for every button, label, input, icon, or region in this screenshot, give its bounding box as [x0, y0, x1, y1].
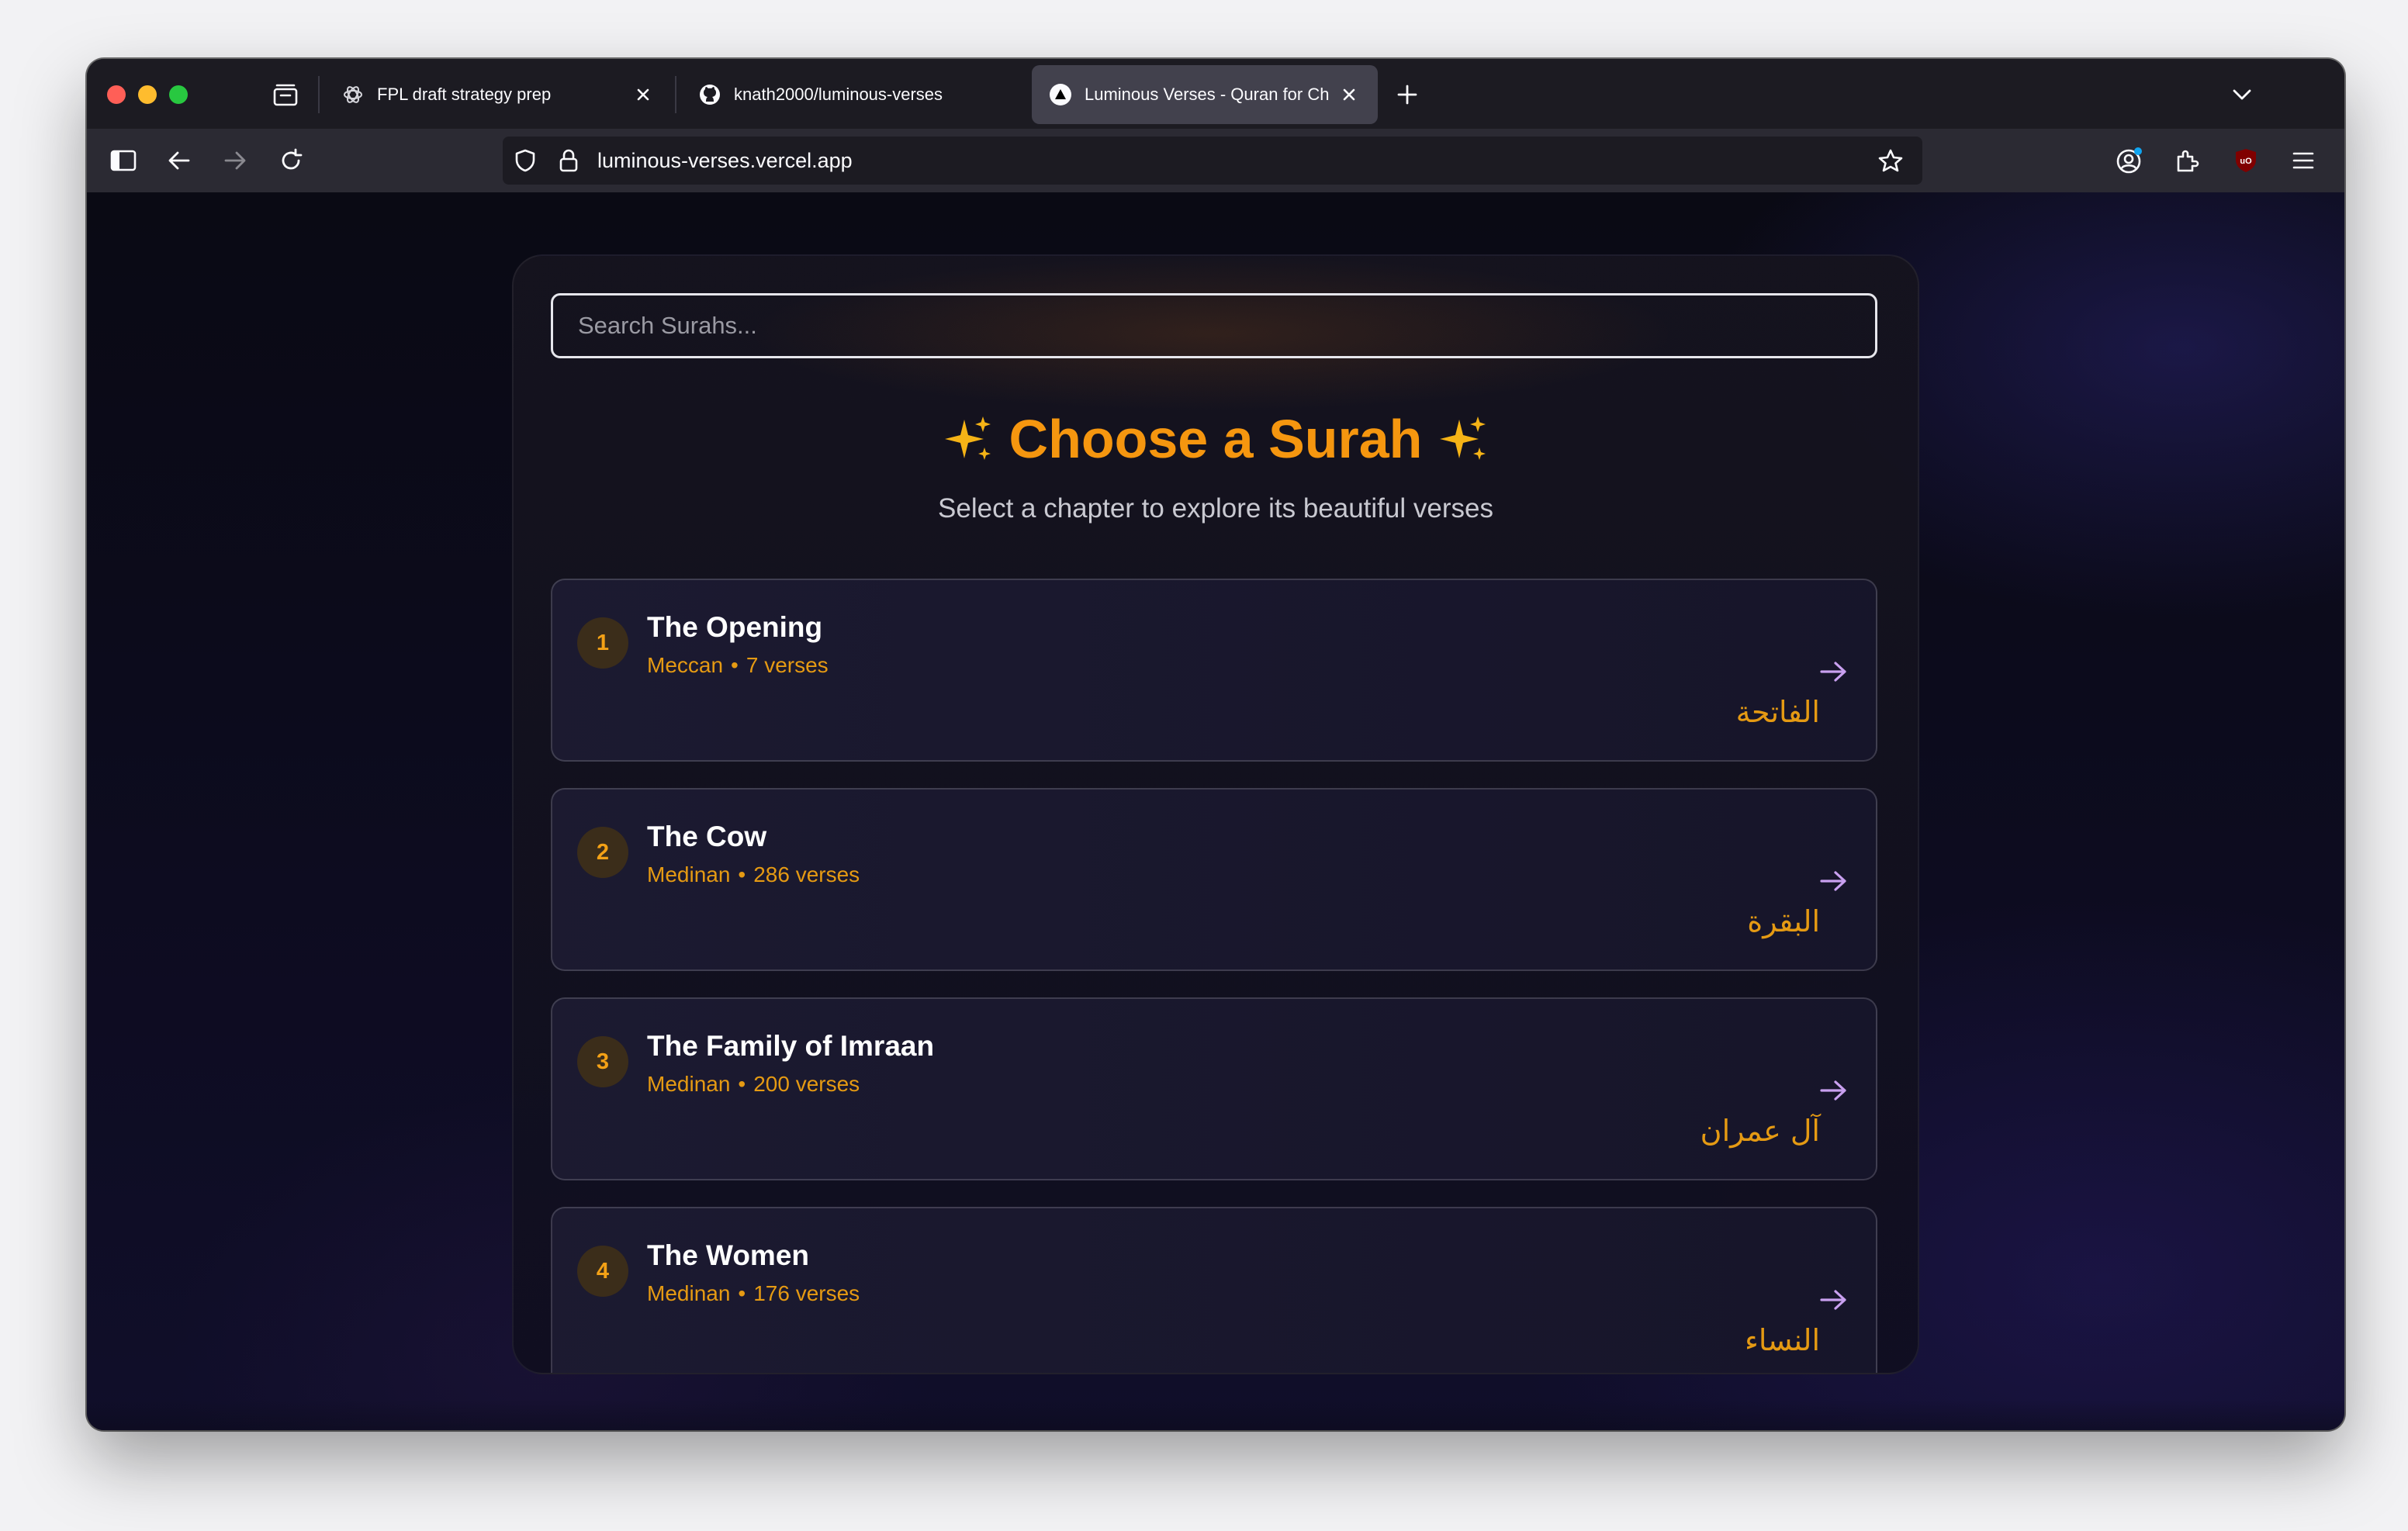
- back-arrow-icon[interactable]: [161, 143, 197, 178]
- surah-name: The Women: [647, 1239, 809, 1271]
- surah-meta: Meccan • 7 verses: [647, 653, 829, 678]
- tab-title: knath2000/luminous-verses: [734, 85, 943, 104]
- arrow-right-icon[interactable]: [1817, 1283, 1851, 1317]
- surah-verse-count: 7 verses: [746, 653, 829, 677]
- surah-verse-count: 176 verses: [753, 1281, 860, 1305]
- bookmark-star-icon[interactable]: [1876, 146, 1905, 175]
- surah-arabic-name: الفاتحة: [1735, 695, 1820, 729]
- close-icon[interactable]: [1336, 81, 1362, 108]
- surah-revelation-type: Medinan: [647, 1281, 731, 1305]
- surah-card[interactable]: 4 The Women Medinan • 176 verses النساء: [551, 1207, 1877, 1373]
- meta-separator: •: [738, 1281, 746, 1305]
- surah-panel: Choose a Surah Select a chapter to explo…: [512, 254, 1919, 1374]
- decorative-fade: [87, 1399, 2344, 1430]
- svg-text:uO: uO: [2240, 157, 2252, 166]
- surah-name: The Opening: [647, 611, 823, 643]
- surah-verse-count: 286 verses: [753, 862, 860, 886]
- surah-meta: Medinan • 200 verses: [647, 1072, 860, 1097]
- chevron-down-icon[interactable]: [2226, 79, 2258, 110]
- sparkles-icon: [1440, 416, 1486, 460]
- tab-title: FPL draft strategy prep: [377, 85, 552, 104]
- surah-arabic-name: البقرة: [1747, 904, 1820, 938]
- shield-icon[interactable]: [510, 146, 540, 175]
- extensions-icon[interactable]: [2169, 143, 2205, 178]
- vercel-icon: [1047, 81, 1074, 108]
- surah-arabic-name: آل عمران: [1700, 1114, 1820, 1148]
- sparkles-icon: [944, 416, 991, 460]
- page-title: Choose a Surah: [514, 408, 1918, 471]
- arrow-right-icon[interactable]: [1817, 864, 1851, 898]
- arrow-right-icon[interactable]: [1817, 655, 1851, 689]
- page-subtitle: Select a chapter to explore its beautifu…: [938, 493, 1493, 524]
- reload-icon[interactable]: [273, 143, 309, 178]
- surah-number-badge: 2: [577, 827, 628, 878]
- close-icon[interactable]: [630, 81, 656, 108]
- tab-title: Luminous Verses - Quran for Ch: [1085, 85, 1330, 104]
- meta-separator: •: [738, 862, 746, 886]
- window-close-button[interactable]: [107, 85, 126, 104]
- lock-icon[interactable]: [554, 146, 583, 175]
- menu-icon[interactable]: [2285, 143, 2321, 178]
- window-minimize-button[interactable]: [138, 85, 157, 104]
- surah-verse-count: 200 verses: [753, 1072, 860, 1096]
- navigation-bar: luminous-verses.vercel.app uO: [87, 129, 2344, 192]
- browser-window: FPL draft strategy prep knath2000/lumino…: [87, 59, 2344, 1430]
- ublock-origin-icon[interactable]: uO: [2228, 143, 2264, 178]
- url-text[interactable]: luminous-verses.vercel.app: [597, 149, 853, 173]
- tab-separator: [675, 76, 676, 113]
- surah-revelation-type: Medinan: [647, 1072, 731, 1096]
- surah-revelation-type: Meccan: [647, 653, 724, 677]
- account-icon[interactable]: [2112, 143, 2147, 178]
- page-content: Choose a Surah Select a chapter to explo…: [87, 192, 2344, 1430]
- window-maximize-button[interactable]: [169, 85, 188, 104]
- tab-separator: [318, 76, 320, 113]
- new-tab-button[interactable]: [1392, 79, 1423, 110]
- search-input[interactable]: [551, 293, 1877, 358]
- heading-text: Choose a Surah: [1009, 409, 1423, 469]
- surah-number-badge: 3: [577, 1036, 628, 1087]
- surah-meta: Medinan • 286 verses: [647, 862, 860, 887]
- tab-luminous-verses[interactable]: Luminous Verses - Quran for Ch: [1032, 65, 1378, 124]
- surah-name: The Family of Imraan: [647, 1030, 935, 1062]
- surah-card[interactable]: 3 The Family of Imraan Medinan • 200 verse…: [551, 997, 1877, 1180]
- address-bar[interactable]: luminous-verses.vercel.app: [503, 137, 1922, 185]
- arrow-right-icon[interactable]: [1817, 1073, 1851, 1108]
- tab-strip: FPL draft strategy prep knath2000/lumino…: [87, 59, 2344, 129]
- meta-separator: •: [731, 653, 739, 677]
- surah-name: The Cow: [647, 821, 767, 852]
- surah-number-badge: 1: [577, 617, 628, 669]
- surah-revelation-type: Medinan: [647, 862, 731, 886]
- openai-icon: [340, 81, 366, 108]
- surah-meta: Medinan • 176 verses: [647, 1281, 860, 1306]
- surah-card[interactable]: 2 The Cow Medinan • 286 verses البقرة: [551, 788, 1877, 971]
- meta-separator: •: [738, 1072, 746, 1096]
- github-icon: [697, 81, 723, 108]
- surah-card[interactable]: 1 The Opening Meccan • 7 verses الفاتحة: [551, 579, 1877, 762]
- forward-arrow-icon[interactable]: [217, 143, 253, 178]
- tab-fpl[interactable]: FPL draft strategy prep: [324, 65, 672, 124]
- tab-groups-icon[interactable]: [268, 81, 303, 109]
- surah-number-badge: 4: [577, 1246, 628, 1297]
- sidebar-toggle-icon[interactable]: [106, 143, 141, 178]
- surah-arabic-name: النساء: [1745, 1323, 1820, 1357]
